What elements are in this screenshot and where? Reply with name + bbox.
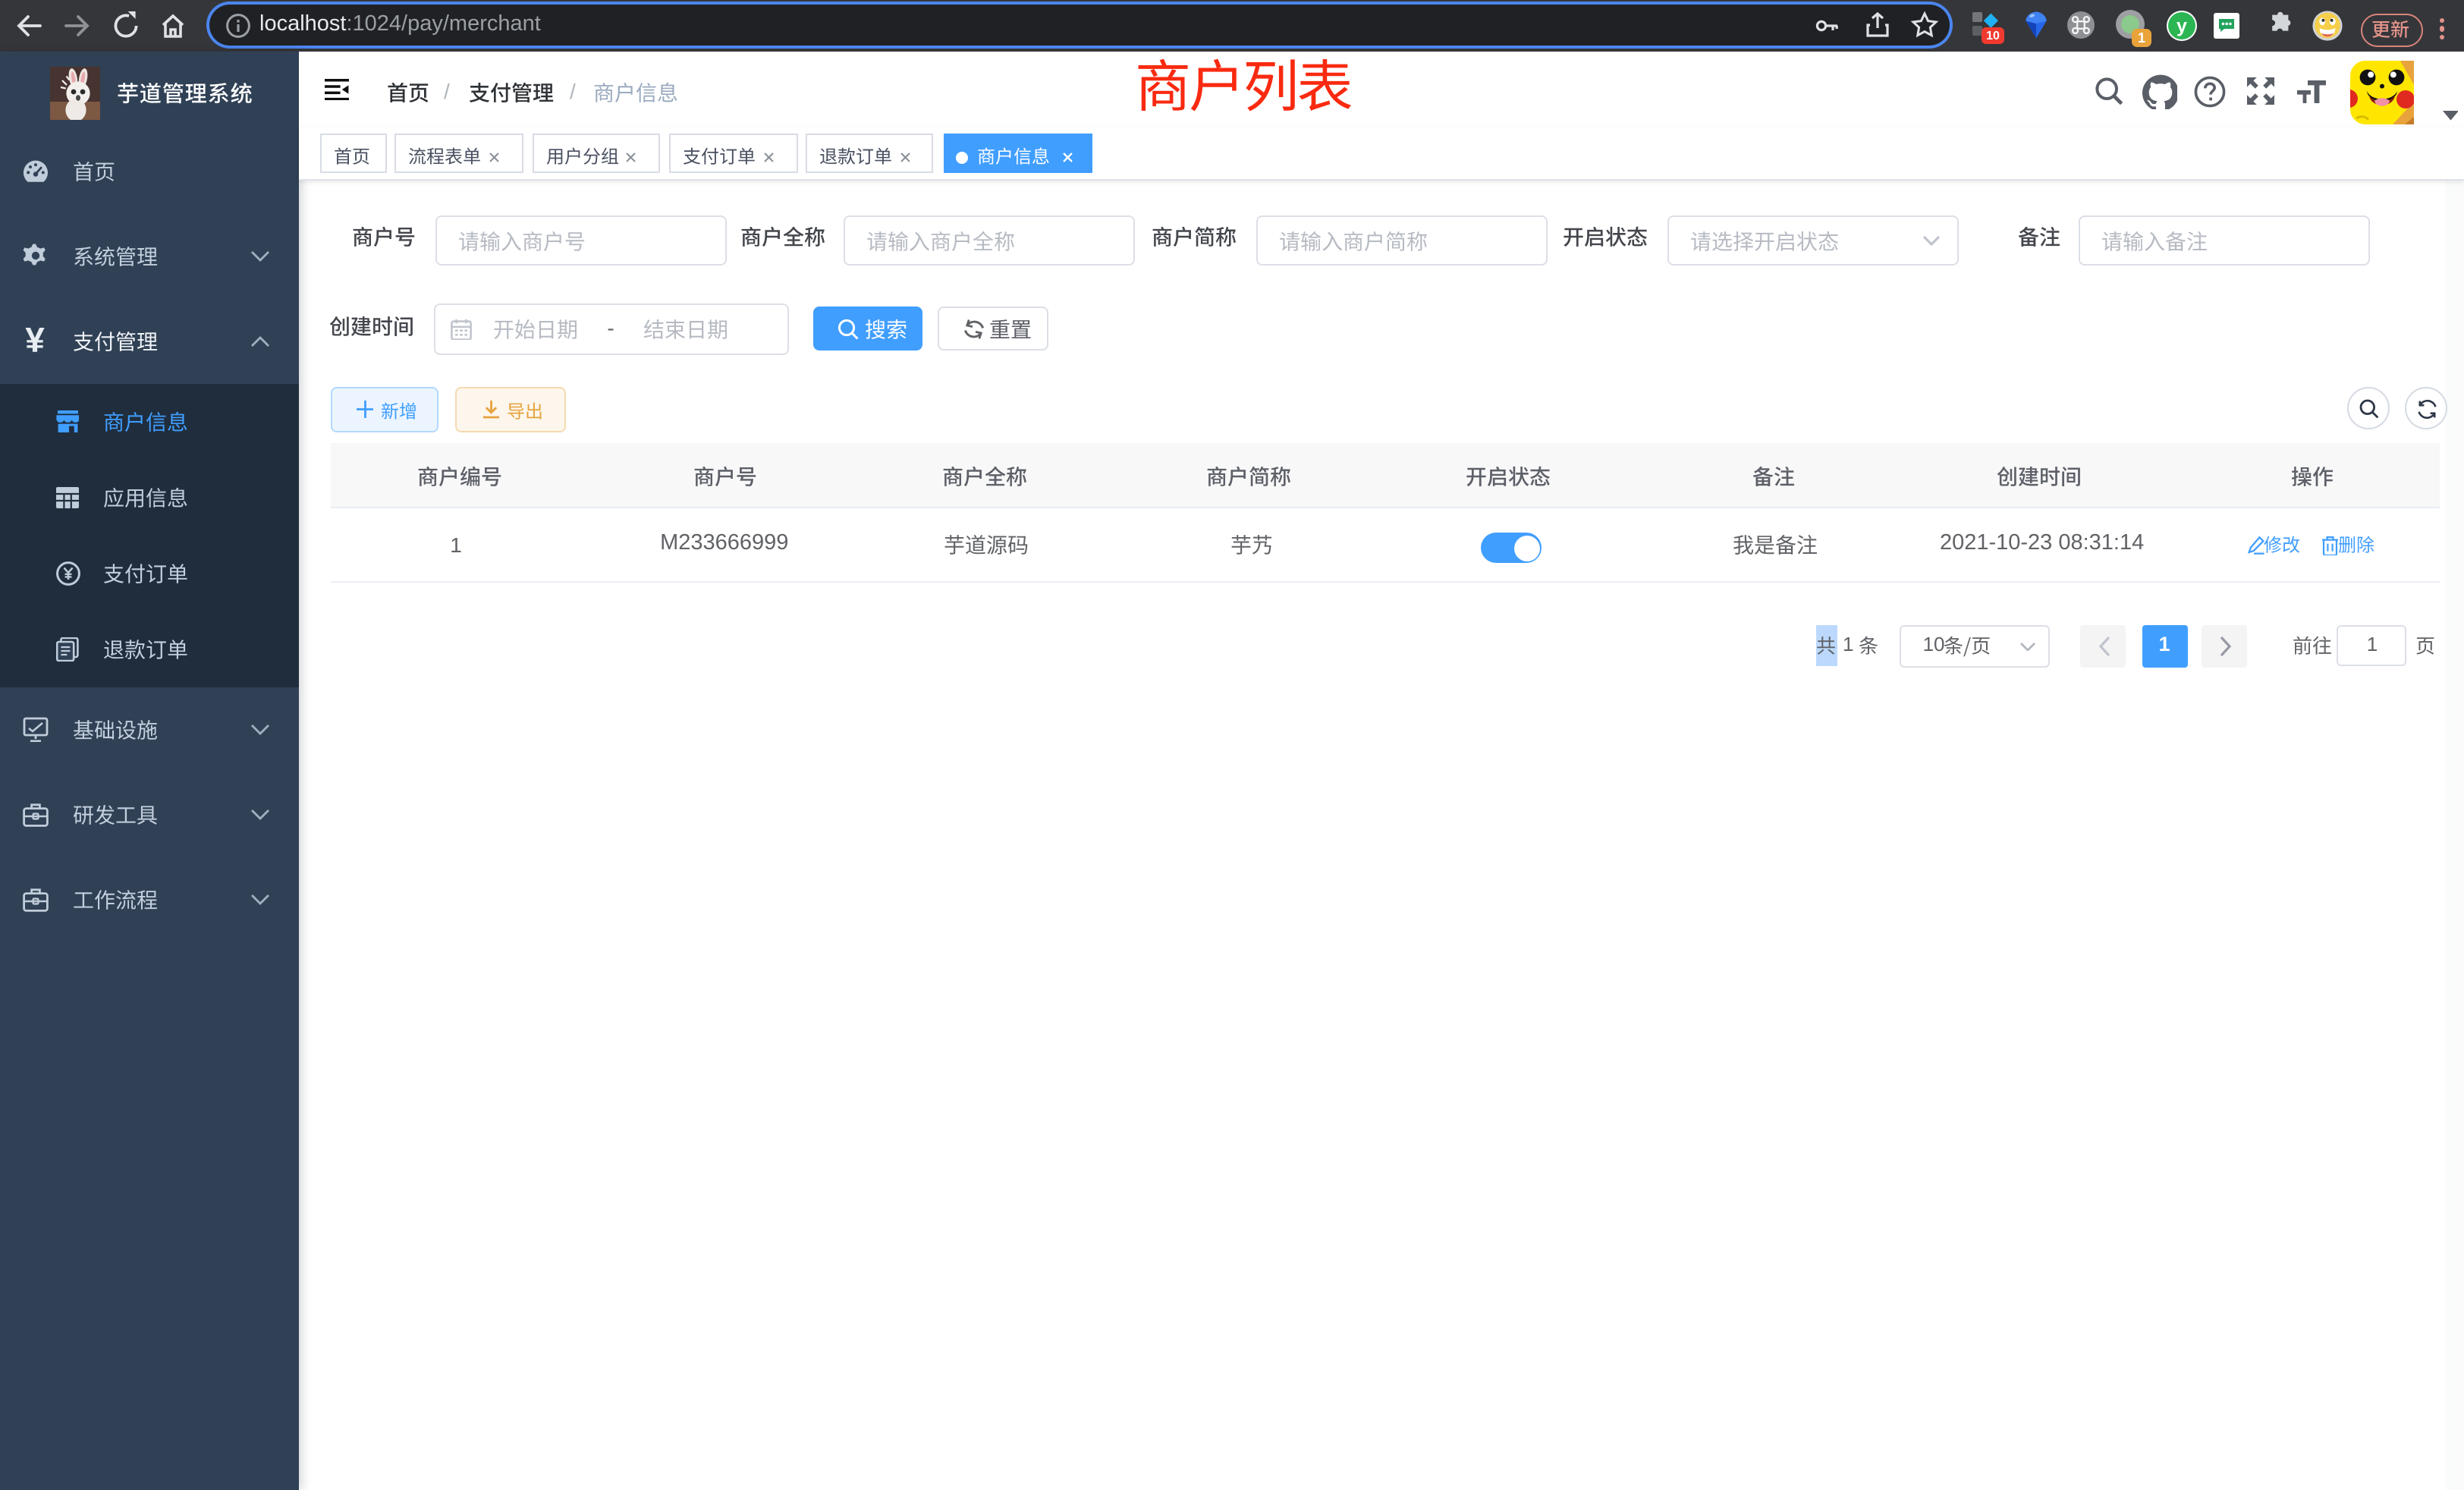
svg-text:y: y xyxy=(2176,14,2187,36)
